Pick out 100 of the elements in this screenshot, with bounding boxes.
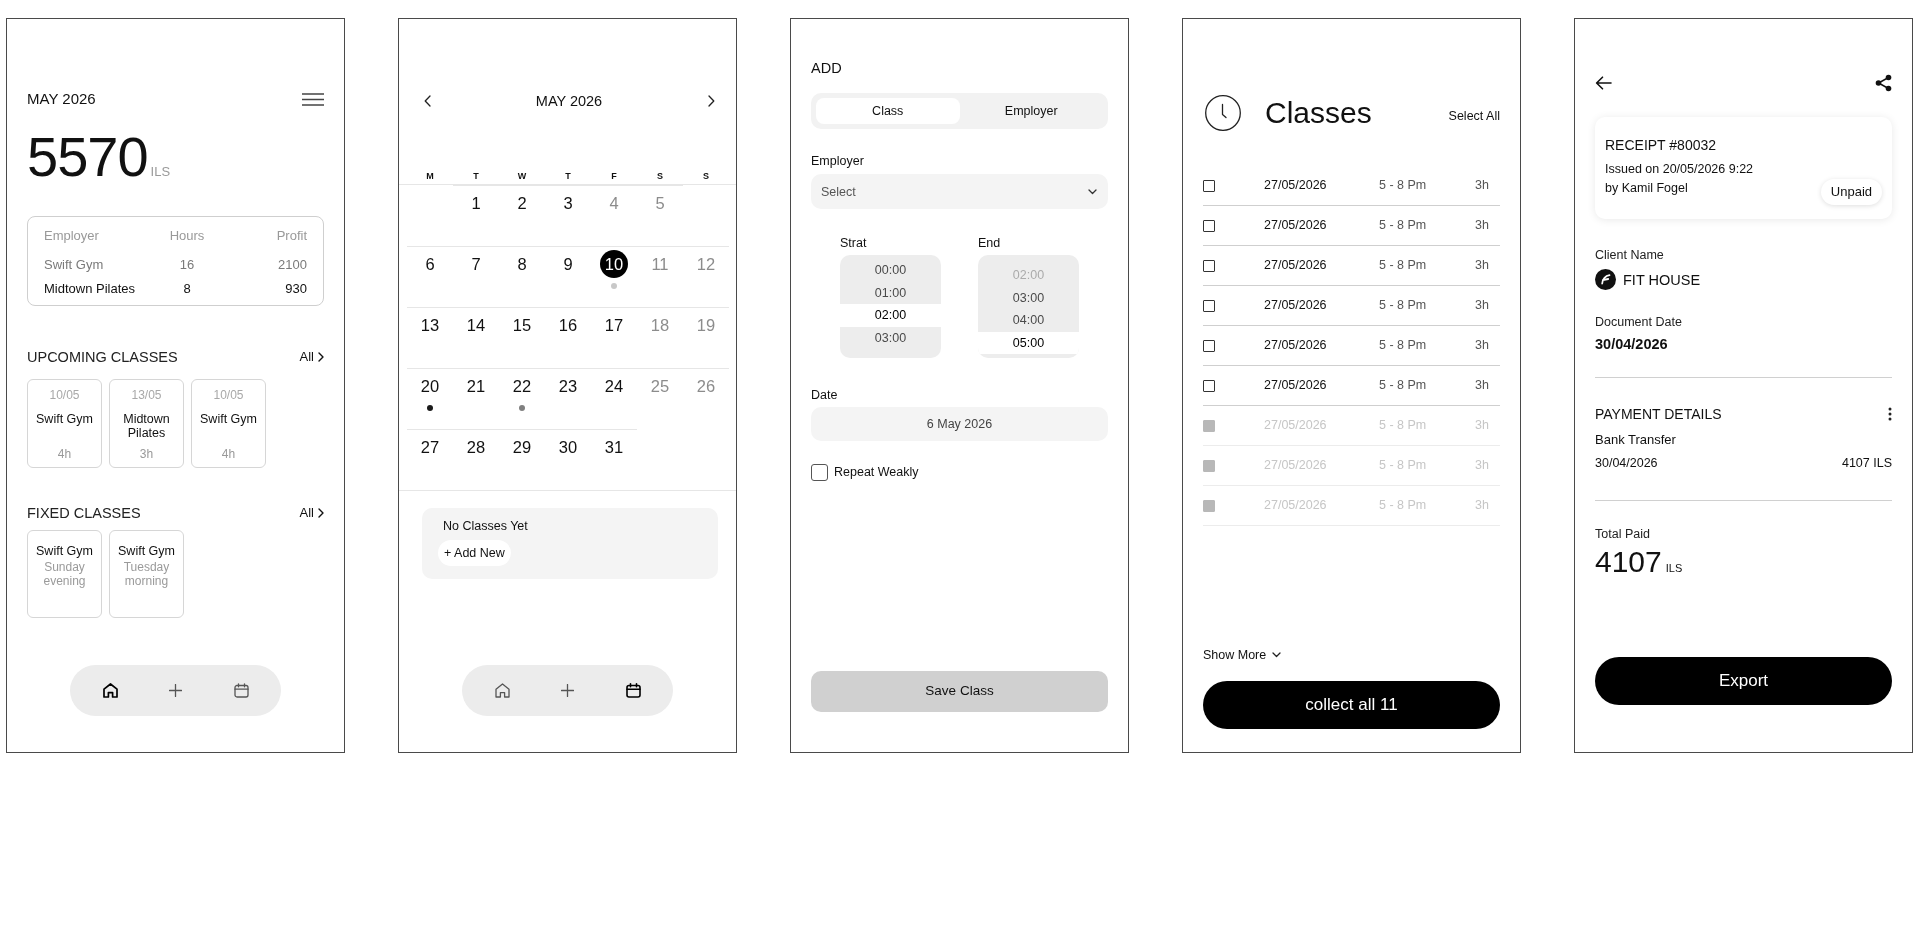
calendar-day[interactable]: 29 <box>508 433 536 461</box>
weekday-label: M <box>425 171 435 181</box>
checkbox[interactable] <box>811 463 828 481</box>
class-duration: 3h <box>1475 217 1489 235</box>
class-card[interactable]: 10/05 Swift Gym 4h <box>191 379 266 468</box>
menu-button[interactable] <box>302 92 324 106</box>
calendar-day[interactable]: 10 <box>600 250 628 278</box>
field-label: End <box>978 235 1002 252</box>
issued-date: Issued on 20/05/2026 9:22 <box>1605 161 1754 178</box>
payment-amount: 4107 ILS <box>1841 455 1892 472</box>
class-card[interactable]: 13/05 Midtown Pilates 3h <box>109 379 184 468</box>
time-option[interactable]: 00:00 <box>840 259 941 282</box>
start-time-picker[interactable]: 00:00 01:00 02:00 03:00 <box>840 255 941 358</box>
calendar-day[interactable]: 22 <box>508 372 536 400</box>
class-time: 5 - 8 Pm <box>1379 257 1428 275</box>
collect-all-button[interactable]: collect all 11 <box>1203 681 1500 729</box>
more-options-button[interactable] <box>1888 407 1892 421</box>
time-option[interactable]: 02:00 <box>840 304 941 327</box>
checkbox[interactable] <box>1203 379 1215 392</box>
checkbox[interactable] <box>1203 299 1215 312</box>
date-field[interactable]: 6 May 2026 <box>811 407 1108 441</box>
class-name: Swift Gym <box>117 544 176 558</box>
calendar-day[interactable]: 30 <box>554 433 582 461</box>
back-button[interactable] <box>1595 76 1612 90</box>
class-schedule: Tuesday morning <box>122 560 171 588</box>
class-name: Midtown Pilates <box>122 412 171 440</box>
back-arrow-icon <box>1595 76 1612 90</box>
total-paid-amount: 4107 <box>1595 547 1662 577</box>
calendar-icon <box>625 683 641 698</box>
clock-icon <box>1205 94 1241 131</box>
time-option[interactable]: 01:00 <box>840 281 941 304</box>
class-time: 5 - 8 Pm <box>1379 337 1428 355</box>
class-time: 5 - 8 Pm <box>1379 177 1428 195</box>
calendar-day[interactable]: 16 <box>554 311 582 339</box>
employer-select[interactable]: Select <box>811 174 1108 209</box>
see-all-link[interactable]: All <box>299 505 324 521</box>
class-duration: 3h <box>1475 417 1489 435</box>
time-option[interactable]: 05:00 <box>978 331 1079 354</box>
calendar-day[interactable]: 2 <box>508 189 536 217</box>
calendar-day[interactable]: 21 <box>462 372 490 400</box>
calendar-day[interactable]: 1 <box>462 189 490 217</box>
calendar-day[interactable]: 26 <box>692 372 720 400</box>
chevron-right-icon <box>318 508 324 518</box>
field-label: Client Name <box>1595 247 1665 264</box>
time-option[interactable]: 03:00 <box>840 326 941 349</box>
calendar-day[interactable]: 28 <box>462 433 490 461</box>
class-date: 10/05 <box>212 387 245 403</box>
calendar-day[interactable]: 7 <box>462 250 490 278</box>
class-card[interactable]: 10/05 Swift Gym 4h <box>27 379 102 468</box>
calendar-day[interactable]: 13 <box>416 311 444 339</box>
plus-icon <box>169 684 182 697</box>
calendar-day[interactable]: 14 <box>462 311 490 339</box>
select-all-link[interactable]: Select All <box>1448 107 1500 124</box>
class-date: 10/05 <box>48 387 81 403</box>
calendar-day[interactable]: 6 <box>416 250 444 278</box>
calendar-day[interactable]: 27 <box>416 433 444 461</box>
screen-title: Classes <box>1265 95 1372 130</box>
field-label: Date <box>811 387 839 404</box>
calendar-day[interactable]: 3 <box>554 189 582 217</box>
chevron-right-icon <box>707 95 715 107</box>
table-cell-text: 2100 <box>277 256 307 274</box>
calendar-day[interactable]: 31 <box>600 433 628 461</box>
chevron-right-icon <box>318 352 324 362</box>
class-time: 5 - 8 Pm <box>1379 497 1428 515</box>
section-title: FIXED CLASSES <box>27 504 141 523</box>
share-button[interactable] <box>1875 74 1892 92</box>
checkbox[interactable] <box>1203 339 1215 352</box>
class-date: 27/05/2026 <box>1264 297 1328 315</box>
class-name: Swift Gym <box>35 544 94 558</box>
checkbox[interactable] <box>1203 179 1215 192</box>
class-time: 5 - 8 Pm <box>1379 417 1428 435</box>
calendar-day[interactable]: 17 <box>600 311 628 339</box>
class-duration: 3h <box>1475 457 1489 475</box>
calendar-day[interactable]: 24 <box>600 372 628 400</box>
checkbox[interactable] <box>1203 259 1215 272</box>
calendar-day[interactable]: 23 <box>554 372 582 400</box>
class-duration: 3h <box>1475 337 1489 355</box>
plus-icon <box>561 684 574 697</box>
tab[interactable]: Employer <box>959 98 1103 124</box>
table-cell-text: 16 <box>178 256 196 274</box>
show-more-button[interactable]: Show More <box>1203 646 1282 664</box>
class-name: Swift Gym <box>199 412 258 426</box>
month-title: MAY 2026 <box>27 89 96 109</box>
calendar-day[interactable]: 15 <box>508 311 536 339</box>
calendar-day[interactable]: 8 <box>508 250 536 278</box>
section-title: UPCOMING CLASSES <box>27 348 178 367</box>
table-cell-text: 930 <box>284 280 307 298</box>
tab[interactable]: Class <box>816 98 960 124</box>
fixed-class-card[interactable]: Swift Gym Sunday evening <box>27 530 102 618</box>
checkbox[interactable] <box>1203 219 1215 232</box>
home-icon <box>102 683 118 698</box>
fixed-class-card[interactable]: Swift Gym Tuesday morning <box>109 530 184 618</box>
add-new-button[interactable]: + Add New <box>438 540 511 566</box>
export-button[interactable]: Export <box>1595 657 1892 705</box>
calendar-day[interactable]: 9 <box>554 250 582 278</box>
calendar-day[interactable]: 20 <box>416 372 444 400</box>
time-option[interactable]: 04:00 <box>978 309 1079 332</box>
currency-label: ILS <box>150 163 171 181</box>
see-all-link[interactable]: All <box>299 349 324 365</box>
time-option[interactable]: 03:00 <box>978 286 1079 309</box>
